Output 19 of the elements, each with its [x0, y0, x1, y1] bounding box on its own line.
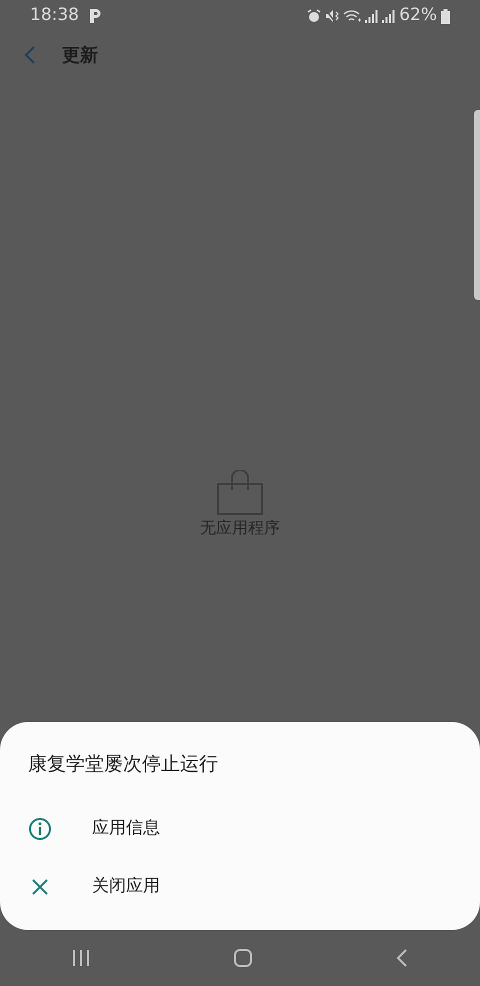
mute-icon	[325, 9, 340, 23]
info-icon	[28, 817, 52, 841]
signal-icon	[365, 10, 378, 22]
close-app-option[interactable]: 关闭应用	[92, 874, 160, 900]
recent-apps-icon[interactable]	[72, 950, 90, 966]
signal-icon	[382, 10, 396, 22]
app-info-option[interactable]: 应用信息	[92, 816, 160, 842]
dialog-title: 康复学堂屡次停止运行	[28, 752, 219, 776]
scroll-thumb[interactable]	[474, 110, 480, 300]
home-icon[interactable]	[234, 949, 252, 967]
wifi-icon	[343, 9, 362, 23]
back-nav-icon[interactable]	[396, 949, 408, 967]
alarm-icon	[307, 9, 322, 23]
page-title: 更新	[62, 44, 98, 68]
clock-time: 18:38	[30, 4, 79, 28]
parking-icon	[89, 9, 101, 23]
battery-level: 62%	[399, 4, 437, 28]
shopping-bag-icon	[216, 470, 264, 516]
battery-icon	[441, 8, 450, 24]
